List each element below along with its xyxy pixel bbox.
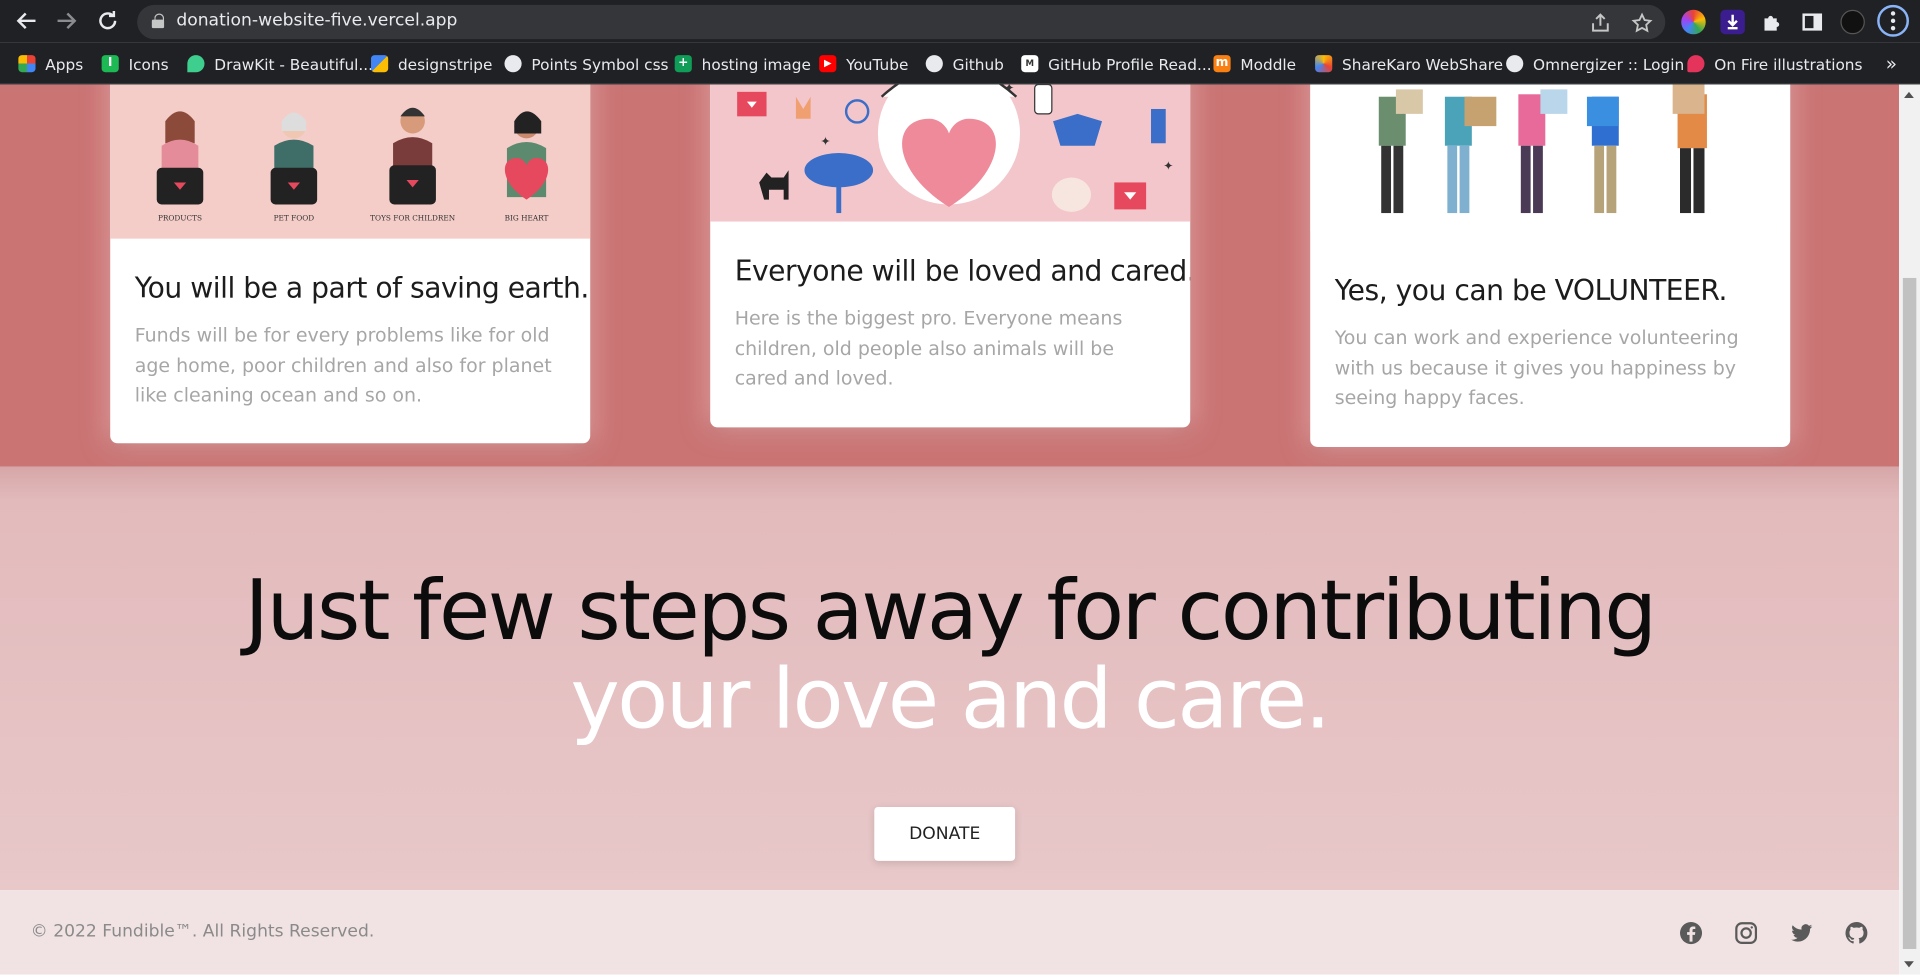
bookmark-points-symbol[interactable]: Points Symbol css <box>504 53 669 75</box>
bookmark-omnergizer[interactable]: Omnergizer :: Login <box>1506 53 1684 75</box>
color-wheel-extension-icon[interactable] <box>1681 9 1706 35</box>
fire-icon <box>1687 55 1705 73</box>
menu-kebab-icon[interactable] <box>1877 4 1909 37</box>
youtube-icon: ▶ <box>819 55 837 73</box>
globe-icon <box>1506 55 1524 73</box>
extensions-puzzle-icon[interactable] <box>1760 10 1784 34</box>
bookmark-sharekaro[interactable]: ShareKaro WebShare <box>1315 53 1503 75</box>
bookmark-label: YouTube <box>846 54 909 73</box>
bookmark-label: hosting image <box>701 54 811 73</box>
card-title: Everyone will be loved and cared. <box>734 255 1191 288</box>
bookmark-icons[interactable]: I Icons <box>101 53 169 75</box>
benefits-section: PRODUCTS PET FOOD TOYS FOR CHILDREN BIG … <box>0 84 1900 467</box>
bookmark-label: Moddle <box>1240 54 1297 73</box>
sharekaro-icon <box>1315 55 1333 73</box>
reload-icon[interactable] <box>93 6 122 35</box>
bookmark-label: Github <box>952 54 1004 73</box>
side-panel-icon[interactable] <box>1800 10 1824 34</box>
donation-illustration: PRODUCTS PET FOOD TOYS FOR CHILDREN BIG … <box>110 84 591 239</box>
github-icon <box>925 55 943 73</box>
download-extension-icon[interactable] <box>1720 9 1745 35</box>
card-title: You will be a part of saving earth. <box>134 273 590 305</box>
image-label-big-heart: BIG HEART <box>505 213 549 222</box>
address-bar[interactable]: donation-website-five.vercel.app <box>137 4 1666 40</box>
bookmark-github-profile[interactable]: M GitHub Profile Read... <box>1021 53 1212 75</box>
card-title: Yes, you can be VOLUNTEER. <box>1334 275 1728 308</box>
section-shadow <box>0 466 1900 501</box>
bookmark-moddle[interactable]: m Moddle <box>1213 53 1296 75</box>
svg-text:✦: ✦ <box>820 135 830 149</box>
svg-text:✦: ✦ <box>1004 84 1014 94</box>
back-arrow-icon[interactable] <box>12 6 41 35</box>
apps-grid-icon <box>18 55 36 73</box>
facebook-icon[interactable] <box>1678 920 1705 947</box>
bookmark-label: ShareKaro WebShare <box>1342 54 1504 73</box>
bookmark-label: Apps <box>45 54 84 73</box>
bookmark-label: DrawKit - Beautiful... <box>214 54 374 73</box>
icons-icon: I <box>101 55 119 73</box>
donate-button[interactable]: DONATE <box>874 806 1016 861</box>
benefit-card-volunteer: Yes, you can be VOLUNTEER. You can work … <box>1310 84 1791 447</box>
image-label-toys: TOYS FOR CHILDREN <box>370 213 456 222</box>
copyright-text: © 2022 Fundible™. All Rights Reserved. <box>30 922 375 942</box>
bookmark-label: Icons <box>128 54 169 73</box>
star-icon[interactable] <box>1631 12 1653 34</box>
bookmark-label: designstripe <box>397 54 493 73</box>
bookmark-drawkit[interactable]: DrawKit - Beautiful... <box>187 53 373 75</box>
github-icon[interactable] <box>1843 920 1870 947</box>
markdown-icon: M <box>1021 55 1039 73</box>
love-and-care-illustration: ✦ ✦ ✦ <box>710 84 1191 222</box>
cta-heading-line-2: your love and care. <box>570 651 1331 749</box>
bookmark-label: GitHub Profile Read... <box>1048 54 1212 73</box>
bookmark-designstripe[interactable]: designstripe <box>371 53 492 75</box>
bookmark-label: Omnergizer :: Login <box>1533 54 1685 73</box>
footer: © 2022 Fundible™. All Rights Reserved. <box>0 890 1900 975</box>
image-label-products: PRODUCTS <box>158 213 202 222</box>
card-text: Here is the biggest pro. Everyone means … <box>734 307 1123 390</box>
url-text: donation-website-five.vercel.app <box>176 11 458 31</box>
volunteers-illustration <box>1310 84 1791 232</box>
page-viewport: PRODUCTS PET FOOD TOYS FOR CHILDREN BIG … <box>0 84 1900 975</box>
bookmarks-bar: Apps I Icons DrawKit - Beautiful... desi… <box>0 42 1920 85</box>
card-text: You can work and experience volunteering… <box>1334 326 1739 409</box>
plus-icon: + <box>674 55 692 73</box>
bookmark-youtube[interactable]: ▶ YouTube <box>819 53 908 75</box>
image-label-pet-food: PET FOOD <box>274 213 315 222</box>
bookmark-hosting-image[interactable]: + hosting image <box>674 53 811 75</box>
drawkit-icon <box>187 55 205 73</box>
svg-text:✦: ✦ <box>1163 159 1173 173</box>
page-scrollbar[interactable] <box>1899 84 1920 975</box>
bookmark-on-fire[interactable]: On Fire illustrations <box>1687 53 1862 75</box>
profile-avatar[interactable] <box>1840 9 1865 35</box>
twitter-icon[interactable] <box>1788 920 1815 947</box>
bookmark-label: Points Symbol css <box>531 54 669 73</box>
forward-arrow-icon[interactable] <box>51 6 80 35</box>
lock-icon <box>151 13 165 29</box>
bookmark-github[interactable]: Github <box>925 53 1004 75</box>
scroll-up-arrow-icon[interactable] <box>1904 91 1914 98</box>
bookmark-label: On Fire illustrations <box>1714 54 1863 73</box>
cta-section: Just few steps away for contributing you… <box>0 466 1900 891</box>
designstripe-icon <box>371 55 389 73</box>
bookmark-apps[interactable]: Apps <box>18 53 83 75</box>
benefit-card-loved-and-cared: ✦ ✦ ✦ Everyone will be loved and cared. He… <box>710 84 1191 428</box>
scrollbar-thumb[interactable] <box>1902 277 1917 949</box>
scroll-down-arrow-icon[interactable] <box>1904 961 1914 968</box>
bookmarks-overflow-button[interactable]: » <box>1886 53 1897 75</box>
share-icon[interactable] <box>1589 12 1611 34</box>
card-text: Funds will be for every problems like fo… <box>134 324 552 407</box>
instagram-icon[interactable] <box>1733 920 1760 947</box>
benefit-card-saving-earth: PRODUCTS PET FOOD TOYS FOR CHILDREN BIG … <box>110 84 591 444</box>
globe-icon <box>504 55 522 73</box>
moodle-icon: m <box>1213 55 1231 73</box>
cta-heading-line-1: Just few steps away for contributing <box>244 563 1658 661</box>
browser-toolbar: donation-website-five.vercel.app <box>0 0 1920 43</box>
